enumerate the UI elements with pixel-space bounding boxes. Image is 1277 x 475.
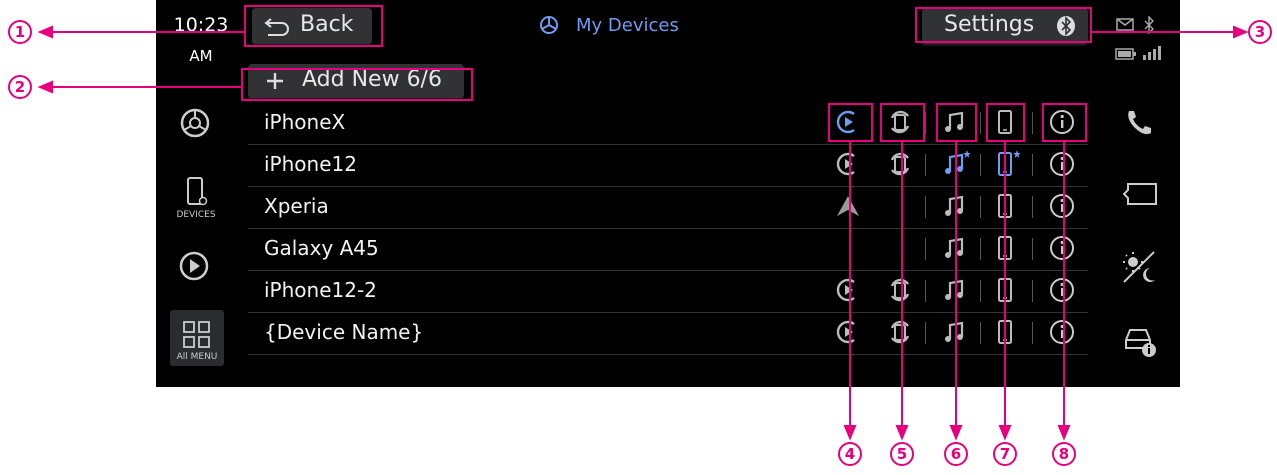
callout-1: 1: [8, 20, 32, 44]
callout-3: 3: [1248, 20, 1272, 44]
callout-4: 4: [838, 442, 862, 466]
callout-7: 7: [993, 442, 1017, 466]
callout-8: 8: [1052, 442, 1076, 466]
callout-6: 6: [944, 442, 968, 466]
callout-5: 5: [890, 442, 914, 466]
callout-2: 2: [8, 75, 32, 99]
callout-lines: [37, 25, 1249, 441]
